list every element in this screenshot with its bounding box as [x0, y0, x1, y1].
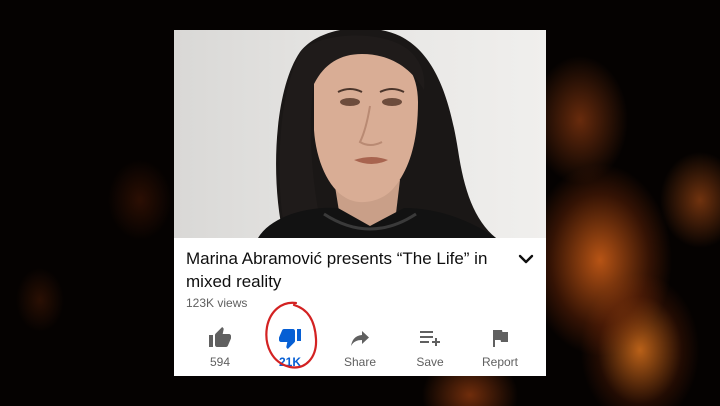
save-label: Save	[416, 355, 444, 369]
view-count: 123K views	[186, 296, 248, 310]
like-count: 594	[209, 355, 231, 369]
share-label: Share	[343, 355, 377, 369]
youtube-video-card: Marina Abramović presents “The Life” in …	[174, 30, 546, 376]
report-button[interactable]: Report	[465, 324, 535, 372]
report-label: Report	[481, 355, 519, 369]
save-playlist-icon	[418, 326, 442, 350]
save-button[interactable]: Save	[395, 324, 465, 372]
thumbs-down-icon	[278, 326, 302, 350]
video-title-row: Marina Abramović presents “The Life” in …	[186, 247, 536, 293]
video-frame: Marina Abramović presents “The Life” in …	[0, 0, 720, 406]
dislike-count: 21K	[278, 355, 301, 369]
thumbs-up-icon	[208, 326, 232, 350]
video-title: Marina Abramović presents “The Life” in …	[186, 249, 488, 291]
portrait-image	[258, 30, 496, 238]
share-button[interactable]: Share	[325, 324, 395, 372]
chevron-down-icon[interactable]	[516, 251, 536, 267]
action-bar: 594 21K Share Save Report	[174, 324, 546, 376]
like-button[interactable]: 594	[185, 324, 255, 372]
flag-icon	[488, 326, 512, 350]
dislike-button[interactable]: 21K	[255, 324, 325, 372]
video-thumbnail[interactable]	[174, 30, 546, 238]
share-icon	[348, 326, 372, 350]
